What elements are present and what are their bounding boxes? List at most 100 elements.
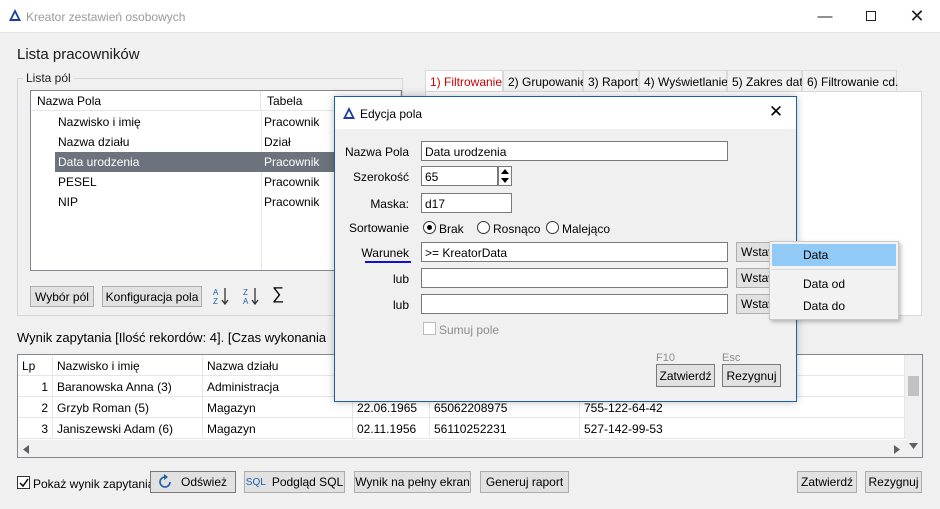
tab-display[interactable]: 4) Wyświetlanie xyxy=(639,70,728,92)
horizontal-scrollbar[interactable] xyxy=(18,440,905,457)
condition-underline xyxy=(365,261,411,263)
width-stepper[interactable] xyxy=(498,166,512,186)
width-label: Szerokość xyxy=(352,170,409,184)
minimize-button[interactable]: — xyxy=(802,0,848,32)
scroll-down-icon[interactable] xyxy=(909,443,918,449)
field-name-input[interactable]: Data urodzenia xyxy=(421,141,728,161)
cell-date: 02.11.1956 xyxy=(353,418,430,439)
mask-input[interactable]: d17 xyxy=(421,193,512,213)
tab-date-range[interactable]: 5) Zakres dat xyxy=(727,70,803,92)
cancel-shortcut: Esc xyxy=(722,352,741,364)
column-header-field-name[interactable]: Nazwa Pola xyxy=(31,91,261,111)
vertical-scrollbar[interactable] xyxy=(905,355,922,457)
condition-label: Warunek xyxy=(361,246,409,260)
condition-input[interactable]: >= KreatorData xyxy=(421,242,728,262)
tab-report[interactable]: 3) Raport xyxy=(583,70,639,92)
sql-preview-label: Podgląd SQL xyxy=(271,475,344,489)
mask-label: Maska: xyxy=(370,197,409,211)
svg-text:Z: Z xyxy=(243,288,248,297)
list-item-table: Dział xyxy=(264,135,291,149)
sort-label: Sortowanie xyxy=(348,221,409,235)
generate-report-button[interactable]: Generuj raport xyxy=(480,471,569,493)
cell-nip: 527-142-99-53 xyxy=(580,418,905,439)
show-result-label: Pokaż wynik zapytania xyxy=(33,477,155,491)
stepper-up-icon[interactable] xyxy=(501,169,509,174)
cell-lp: 3 xyxy=(18,418,53,439)
sort-ascending-icon[interactable]: A Z xyxy=(212,286,230,306)
cell-pesel: 56110252231 xyxy=(430,418,580,439)
menu-item-date-to[interactable]: Data do xyxy=(772,295,896,317)
dialog-logo-icon xyxy=(343,107,355,119)
list-item-name: Nazwa działu xyxy=(58,135,130,149)
cell-dept: Magazyn xyxy=(203,397,353,418)
list-item-name: Data urodzenia xyxy=(58,155,140,169)
list-item[interactable]: NIP Pracownik xyxy=(55,192,375,212)
sort-asc-label: Rosnąco xyxy=(493,222,541,236)
column-header-dept[interactable]: Nazwa działu xyxy=(203,355,353,376)
sum-icon[interactable]: ∑ xyxy=(272,284,284,304)
column-header-name[interactable]: Nazwisko i imię xyxy=(53,355,203,376)
dialog-confirm-button[interactable]: Zatwierdź xyxy=(656,364,715,387)
field-name-label: Nazwa Pola xyxy=(344,145,409,159)
field-list-legend: Lista pól xyxy=(23,71,74,85)
configure-field-button[interactable]: Konfiguracja pola xyxy=(102,286,202,307)
scrollbar-thumb[interactable] xyxy=(908,376,919,396)
close-button[interactable]: ✕ xyxy=(894,0,940,32)
condition-or-input-1[interactable] xyxy=(421,268,728,288)
tab-filtering[interactable]: 1) Filtrowanie xyxy=(425,70,503,93)
menu-separator xyxy=(772,269,896,270)
sort-asc-radio[interactable] xyxy=(477,221,490,234)
width-input[interactable]: 65 xyxy=(421,166,498,186)
dialog-titlebar: Edycja pola ✕ xyxy=(335,97,796,129)
list-item-name: PESEL xyxy=(58,175,97,189)
sum-field-label: Sumuj pole xyxy=(439,323,500,337)
confirm-button[interactable]: Zatwierdź xyxy=(797,471,857,493)
column-header-lp[interactable]: Lp xyxy=(18,355,53,376)
refresh-button[interactable]: Odśwież xyxy=(150,471,236,493)
cell-dept: Magazyn xyxy=(203,418,353,439)
svg-text:A: A xyxy=(213,288,219,297)
window-title: Kreator zestawień osobowych xyxy=(26,10,186,24)
page-title: Lista pracowników xyxy=(17,46,140,63)
sql-badge-icon: SQL xyxy=(245,476,266,488)
fullscreen-result-button[interactable]: Wynik na pełny ekran xyxy=(354,471,471,493)
sum-field-checkbox[interactable] xyxy=(423,322,436,335)
list-item[interactable]: Nazwisko i imię Pracownik xyxy=(55,112,375,132)
list-item-table: Pracownik xyxy=(264,155,320,169)
list-item-selected[interactable]: Data urodzenia Pracownik xyxy=(55,152,375,172)
scroll-left-icon[interactable] xyxy=(23,445,29,454)
list-item-name: NIP xyxy=(58,195,79,209)
maximize-button[interactable] xyxy=(848,0,894,32)
sql-preview-button[interactable]: SQL Podgląd SQL xyxy=(244,471,345,493)
sort-descending-icon[interactable]: Z A xyxy=(242,286,260,306)
menu-item-date[interactable]: Data xyxy=(772,244,896,266)
minimize-icon: — xyxy=(817,7,833,25)
sort-none-radio[interactable] xyxy=(423,221,436,234)
dialog-close-button[interactable]: ✕ xyxy=(761,102,791,124)
select-fields-button[interactable]: Wybór pól xyxy=(30,286,94,307)
stepper-down-icon[interactable] xyxy=(501,178,509,183)
list-item-name: Nazwisko i imię xyxy=(58,115,141,129)
refresh-icon xyxy=(159,474,171,488)
refresh-label: Odśwież xyxy=(181,475,228,489)
cell-lp: 2 xyxy=(18,397,53,418)
list-item[interactable]: PESEL Pracownik xyxy=(55,172,375,192)
svg-text:A: A xyxy=(243,297,249,306)
menu-item-date-from[interactable]: Data od xyxy=(772,273,896,295)
or-label: lub xyxy=(392,298,409,312)
condition-or-input-2[interactable] xyxy=(421,294,728,314)
scroll-right-icon[interactable] xyxy=(894,445,900,454)
sort-desc-radio[interactable] xyxy=(546,221,559,234)
close-icon: ✕ xyxy=(768,102,784,121)
tab-grouping[interactable]: 2) Grupowanie xyxy=(503,70,587,92)
tab-filtering-more[interactable]: 6) Filtrowanie cd. xyxy=(802,70,898,92)
cancel-button[interactable]: Rezygnuj xyxy=(865,471,922,493)
dialog-title: Edycja pola xyxy=(360,107,423,121)
sort-desc-label: Malejąco xyxy=(562,222,611,236)
sort-none-label: Brak xyxy=(439,222,464,236)
dialog-cancel-button[interactable]: Rezygnuj xyxy=(722,364,781,387)
list-item[interactable]: Nazwa działu Dział xyxy=(55,132,375,152)
or-label: lub xyxy=(392,272,409,286)
result-label: Wynik zapytania [Ilość rekordów: 4]. [Cz… xyxy=(17,330,327,345)
show-result-checkbox[interactable] xyxy=(17,476,30,489)
